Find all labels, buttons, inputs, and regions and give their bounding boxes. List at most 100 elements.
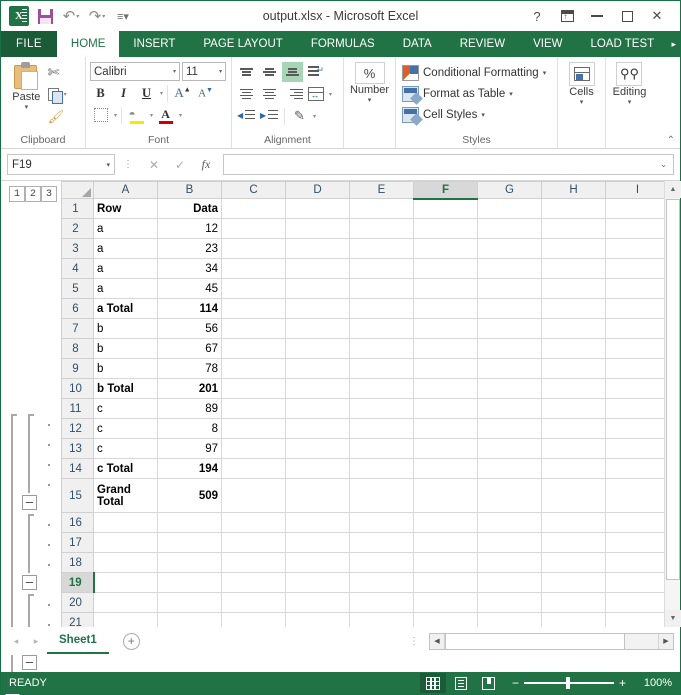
cell-I12[interactable] bbox=[606, 419, 670, 439]
cell-G5[interactable] bbox=[478, 279, 542, 299]
cell-A7[interactable]: b bbox=[94, 319, 158, 339]
table-row[interactable]: 12c8 bbox=[62, 419, 670, 439]
wrap-text-caret-icon[interactable]: ▾ bbox=[313, 113, 316, 120]
table-row[interactable]: 21 bbox=[62, 613, 670, 628]
fill-color-button[interactable]: ◓ bbox=[126, 105, 147, 125]
center-button[interactable] bbox=[259, 84, 280, 104]
align-right-button[interactable] bbox=[282, 84, 303, 104]
cell-F8[interactable] bbox=[414, 339, 478, 359]
sheet-tab-sheet1[interactable]: Sheet1 bbox=[47, 628, 109, 654]
row-header-8[interactable]: 8 bbox=[62, 339, 94, 359]
cell-C17[interactable] bbox=[222, 533, 286, 553]
table-row[interactable]: 4a34 bbox=[62, 259, 670, 279]
cell-H6[interactable] bbox=[542, 299, 606, 319]
cell-C18[interactable] bbox=[222, 553, 286, 573]
cell-E2[interactable] bbox=[350, 219, 414, 239]
zoom-out-icon[interactable]: − bbox=[512, 676, 519, 690]
cell-D1[interactable] bbox=[286, 199, 350, 219]
table-row[interactable]: 20 bbox=[62, 593, 670, 613]
cell-G12[interactable] bbox=[478, 419, 542, 439]
copy-button[interactable]: ▾ bbox=[48, 85, 67, 104]
font-name-combo[interactable]: Calibri ▾ bbox=[90, 62, 180, 81]
cell-E10[interactable] bbox=[350, 379, 414, 399]
cell-G15[interactable] bbox=[478, 479, 542, 513]
cell-E6[interactable] bbox=[350, 299, 414, 319]
cell-D11[interactable] bbox=[286, 399, 350, 419]
cell-F4[interactable] bbox=[414, 259, 478, 279]
insert-function-icon[interactable]: fx bbox=[193, 154, 219, 175]
cell-B3[interactable]: 23 bbox=[158, 239, 222, 259]
cell-styles-caret-icon[interactable]: ▾ bbox=[481, 111, 485, 119]
confirm-entry-icon[interactable]: ✓ bbox=[167, 154, 193, 175]
cell-A21[interactable] bbox=[94, 613, 158, 628]
horizontal-scrollbar-thumb[interactable] bbox=[445, 634, 625, 649]
cell-B17[interactable] bbox=[158, 533, 222, 553]
cell-D6[interactable] bbox=[286, 299, 350, 319]
cell-B12[interactable]: 8 bbox=[158, 419, 222, 439]
table-row[interactable]: 7b56 bbox=[62, 319, 670, 339]
cell-H5[interactable] bbox=[542, 279, 606, 299]
cell-G4[interactable] bbox=[478, 259, 542, 279]
cell-F16[interactable] bbox=[414, 513, 478, 533]
vertical-scrollbar-thumb[interactable] bbox=[666, 199, 680, 580]
cell-C20[interactable] bbox=[222, 593, 286, 613]
cell-C9[interactable] bbox=[222, 359, 286, 379]
outline-level-3-button[interactable]: 3 bbox=[41, 186, 57, 202]
table-row[interactable]: 8b67 bbox=[62, 339, 670, 359]
cell-F21[interactable] bbox=[414, 613, 478, 628]
cell-F12[interactable] bbox=[414, 419, 478, 439]
cell-A1[interactable]: Row bbox=[94, 199, 158, 219]
row-header-9[interactable]: 9 bbox=[62, 359, 94, 379]
merge-caret-icon[interactable]: ▾ bbox=[329, 91, 332, 98]
scroll-left-icon[interactable]: ◀ bbox=[430, 634, 445, 649]
decrease-font-size-button[interactable]: A▼ bbox=[195, 83, 216, 103]
cell-B21[interactable] bbox=[158, 613, 222, 628]
font-size-combo[interactable]: 11 ▾ bbox=[182, 62, 226, 81]
ribbon-display-options-icon[interactable] bbox=[552, 3, 582, 29]
table-row[interactable]: 11c89 bbox=[62, 399, 670, 419]
cell-H19[interactable] bbox=[542, 573, 606, 593]
tab-view[interactable]: VIEW bbox=[519, 31, 576, 57]
cell-E14[interactable] bbox=[350, 459, 414, 479]
cell-G11[interactable] bbox=[478, 399, 542, 419]
copy-caret-icon[interactable]: ▾ bbox=[64, 91, 67, 98]
editing-button[interactable]: ⚲⚲ bbox=[616, 62, 642, 86]
cell-H10[interactable] bbox=[542, 379, 606, 399]
cell-D7[interactable] bbox=[286, 319, 350, 339]
column-header-d[interactable]: D bbox=[286, 182, 350, 199]
cell-E9[interactable] bbox=[350, 359, 414, 379]
percent-style-button[interactable]: % bbox=[355, 62, 385, 84]
cell-G2[interactable] bbox=[478, 219, 542, 239]
cell-H15[interactable] bbox=[542, 479, 606, 513]
borders-caret-icon[interactable]: ▾ bbox=[114, 112, 117, 119]
cell-B8[interactable]: 67 bbox=[158, 339, 222, 359]
table-row[interactable]: 18 bbox=[62, 553, 670, 573]
outline-collapse-group-c-button[interactable] bbox=[22, 655, 37, 670]
cell-A12[interactable]: c bbox=[94, 419, 158, 439]
cell-C13[interactable] bbox=[222, 439, 286, 459]
cancel-entry-icon[interactable]: ✕ bbox=[141, 154, 167, 175]
cell-I13[interactable] bbox=[606, 439, 670, 459]
help-icon[interactable]: ? bbox=[522, 3, 552, 29]
cell-B4[interactable]: 34 bbox=[158, 259, 222, 279]
normal-view-button[interactable] bbox=[420, 673, 446, 693]
cell-F9[interactable] bbox=[414, 359, 478, 379]
column-header-b[interactable]: B bbox=[158, 182, 222, 199]
editing-caret-icon[interactable]: ▾ bbox=[613, 98, 647, 106]
vertical-scrollbar[interactable]: ▲ ▼ bbox=[664, 181, 680, 627]
font-color-button[interactable]: A bbox=[155, 105, 176, 125]
cell-C1[interactable] bbox=[222, 199, 286, 219]
tab-insert[interactable]: INSERT bbox=[119, 31, 189, 57]
page-layout-view-button[interactable] bbox=[448, 673, 474, 693]
cell-B19[interactable] bbox=[158, 573, 222, 593]
underline-button[interactable]: U bbox=[136, 83, 157, 103]
cell-B6[interactable]: 114 bbox=[158, 299, 222, 319]
tab-load-test[interactable]: LOAD TEST bbox=[576, 31, 668, 57]
tab-overflow-icon[interactable]: ▸ bbox=[671, 31, 680, 57]
row-header-3[interactable]: 3 bbox=[62, 239, 94, 259]
scroll-up-icon[interactable]: ▲ bbox=[665, 181, 681, 198]
cell-F5[interactable] bbox=[414, 279, 478, 299]
tab-formulas[interactable]: FORMULAS bbox=[297, 31, 389, 57]
cell-G1[interactable] bbox=[478, 199, 542, 219]
column-header-a[interactable]: A bbox=[94, 182, 158, 199]
